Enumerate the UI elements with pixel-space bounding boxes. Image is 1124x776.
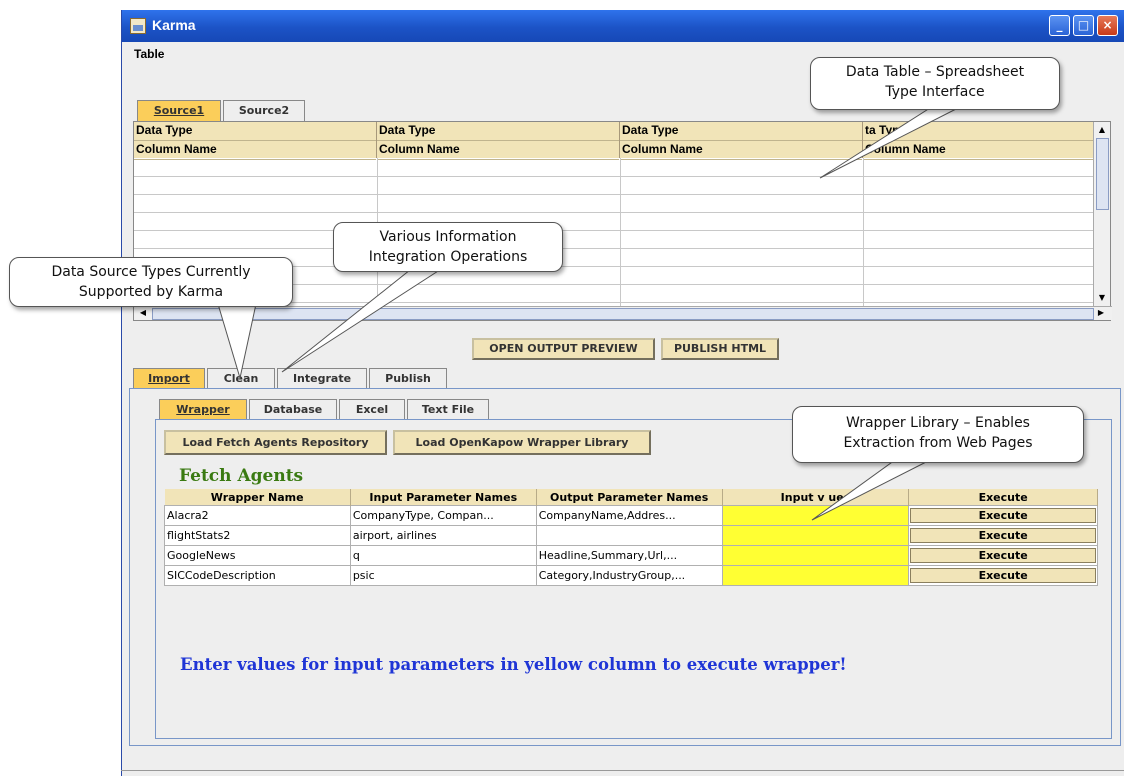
callout-wrapper-lib: Wrapper Library – Enables Extraction fro… bbox=[792, 406, 1084, 463]
callout-line: Type Interface bbox=[885, 84, 985, 100]
callout-line: Various Information bbox=[379, 229, 517, 245]
callout-line: Data Source Types Currently bbox=[51, 264, 251, 280]
callout-line: Integration Operations bbox=[368, 249, 528, 265]
pointer-data-table bbox=[819, 107, 959, 179]
callout-line: Wrapper Library – Enables bbox=[846, 415, 1030, 431]
callout-line: Extraction from Web Pages bbox=[843, 435, 1033, 451]
callout-data-table: Data Table – Spreadsheet Type Interface bbox=[810, 57, 1060, 110]
callout-line: Data Table – Spreadsheet bbox=[845, 64, 1025, 80]
callout-operations: Various Information Integration Operatio… bbox=[333, 222, 563, 272]
callout-source-types: Data Source Types Currently Supported by… bbox=[9, 257, 293, 307]
pointer-operations bbox=[281, 261, 454, 373]
window-bottom-edge bbox=[121, 770, 1124, 771]
callout-line: Supported by Karma bbox=[78, 284, 224, 300]
pointer-source-types bbox=[217, 303, 257, 379]
pointer-wrapper-lib bbox=[811, 459, 931, 521]
callout-pointers bbox=[217, 107, 959, 521]
